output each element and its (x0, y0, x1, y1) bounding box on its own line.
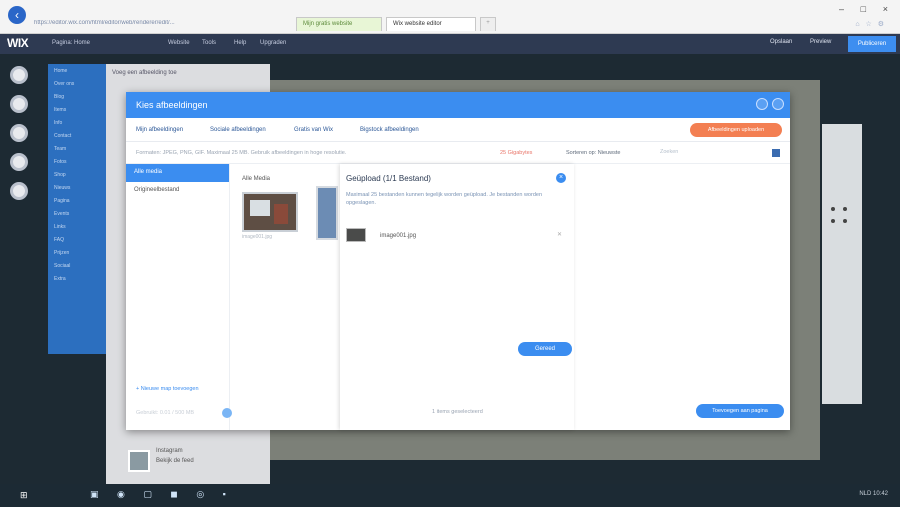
tab-my-images[interactable]: Mijn afbeeldingen (136, 127, 183, 133)
site-menu-panel: Home Over ons Blog Items Info Contact Te… (48, 64, 106, 354)
taskbar-app-icons[interactable]: ▣ ◉ ▢ ◼ ◎ ▪ (90, 489, 234, 500)
system-tray: NLD 10:42 (859, 491, 888, 497)
media-thumbnail[interactable] (316, 186, 338, 240)
tab-bigstock[interactable]: Bigstock afbeeldingen (360, 127, 419, 133)
upload-title: Geüpload (1/1 Bestand) (346, 174, 431, 183)
tab-mijn-website[interactable]: Mijn gratis website (296, 17, 382, 31)
nav-item[interactable]: Home (48, 64, 106, 77)
sort-dropdown[interactable]: Sorteren op: Nieuwste (566, 150, 620, 156)
upload-panel: Geüpload (1/1 Bestand) × Maximaal 25 bes… (340, 164, 574, 430)
menu-help[interactable]: Help (234, 40, 246, 46)
info-row: Formaten: JPEG, PNG, GIF. Maximaal 25 MB… (126, 142, 790, 164)
dialog-title: Kies afbeeldingen (136, 100, 208, 110)
media-title: Alle Media (242, 176, 271, 182)
nav-item[interactable]: Sociaal (48, 259, 106, 272)
new-tab-button[interactable]: + (480, 17, 496, 31)
save-button[interactable]: Opslaan (770, 39, 792, 45)
tool-dot-icon[interactable] (831, 207, 835, 211)
apps-icon[interactable] (10, 124, 28, 142)
add-to-page-button[interactable]: Toevoegen aan pagina (696, 404, 784, 418)
close-icon[interactable]: × (556, 173, 566, 183)
thumbnail-caption: image001.jpg (242, 234, 273, 240)
nav-item[interactable]: Items (48, 103, 106, 116)
taskbar: ⊞ ▣ ◉ ▢ ◼ ◎ ▪ NLD 10:42 (0, 484, 900, 507)
info-icon[interactable] (222, 408, 232, 418)
search-input[interactable]: Zoeken (660, 149, 678, 155)
nav-item[interactable]: Contact (48, 129, 106, 142)
file-name: image001.jpg (380, 233, 417, 239)
dialog-tabs: Mijn afbeeldingen Sociale afbeeldingen G… (126, 118, 790, 142)
instagram-card: Instagram Bekijk de feed (128, 444, 228, 484)
nav-item[interactable]: Info (48, 116, 106, 129)
menu-tools[interactable]: Tools (202, 40, 216, 46)
browser-chrome: ‹ https://editor.wix.com/html/editor/web… (0, 0, 900, 34)
grid-view-icon[interactable] (772, 149, 780, 157)
nav-item[interactable]: Extra (48, 272, 106, 285)
browser-toolbar-icons[interactable]: ⌂ ☆ ⚙ (855, 20, 886, 28)
add-folder-link[interactable]: + Nieuwe map toevoegen (136, 386, 199, 392)
nav-item[interactable]: Shop (48, 168, 106, 181)
nav-item[interactable]: Blog (48, 90, 106, 103)
close-icon[interactable]: × (883, 4, 888, 14)
minimize-icon[interactable]: – (839, 4, 844, 14)
nav-item[interactable]: Nieuws (48, 181, 106, 194)
tab-free-from-wix[interactable]: Gratis van Wix (294, 127, 333, 133)
folder-all-media[interactable]: Alle mediа (126, 164, 229, 182)
background-icon[interactable] (10, 95, 28, 113)
upload-images-button[interactable]: Afbeeldingen uploaden (690, 123, 782, 137)
tool-dot-icon[interactable] (842, 207, 847, 211)
tool-dot-icon[interactable] (831, 219, 835, 223)
storage-link[interactable]: 25 Gigabytes (500, 150, 532, 156)
menu-upgrade[interactable]: Upgraden (260, 40, 286, 46)
card-subtitle: Bekijk de feed (156, 458, 194, 464)
nav-item[interactable]: Over ons (48, 77, 106, 90)
wix-top-bar: WIX Pagina: Home Website Tools Help Upgr… (0, 34, 900, 54)
left-rail (10, 66, 34, 211)
right-toolbar (822, 124, 862, 404)
help-icon[interactable] (756, 98, 768, 110)
storage-usage: Gebruikt: 0.01 / 500 MB (136, 410, 195, 416)
tool-dot-icon[interactable] (842, 219, 847, 223)
address-bar[interactable]: https://editor.wix.com/html/editor/web/r… (34, 20, 284, 30)
choose-images-dialog: Kies afbeeldingen Mijn afbeeldingen Soci… (126, 92, 790, 430)
page-selector[interactable]: Pagina: Home (52, 40, 90, 46)
tab-wix-editor[interactable]: Wix website editor (386, 17, 476, 31)
done-button[interactable]: Gereed (518, 342, 572, 356)
maximize-icon[interactable]: □ (861, 4, 866, 14)
media-icon[interactable] (10, 153, 28, 171)
wix-logo: WIX (7, 36, 29, 50)
media-thumbnail[interactable] (242, 192, 298, 232)
folder-original[interactable]: Origineelbestand (126, 182, 229, 200)
nav-item[interactable]: Events (48, 207, 106, 220)
nav-item[interactable]: Prijzen (48, 246, 106, 259)
upload-note: Maximaal 25 bestanden kunnen tegelijk wo… (346, 192, 542, 206)
file-thumbnail (346, 228, 366, 242)
nav-item[interactable]: Fotos (48, 155, 106, 168)
start-icon[interactable]: ⊞ (20, 490, 28, 501)
format-info: Formaten: JPEG, PNG, GIF. Maximaal 25 MB… (136, 150, 347, 156)
nav-item[interactable]: Pagina (48, 194, 106, 207)
dialog-header: Kies afbeeldingen (126, 92, 790, 118)
nav-item[interactable]: Team (48, 142, 106, 155)
nav-item[interactable]: Links (48, 220, 106, 233)
avatar (128, 450, 150, 472)
nav-item[interactable]: FAQ (48, 233, 106, 246)
publish-button[interactable]: Publiceren (848, 36, 896, 52)
remove-icon[interactable]: ✕ (557, 231, 562, 238)
folder-list: Alle mediа Origineelbestand + Nieuwe map… (126, 164, 232, 430)
preview-button[interactable]: Preview (810, 39, 831, 45)
canvas-label: Voeg een afbeelding toe (112, 70, 177, 76)
tab-social-images[interactable]: Sociale afbeeldingen (210, 127, 266, 133)
blog-icon[interactable] (10, 182, 28, 200)
menu-website[interactable]: Website (168, 40, 190, 46)
close-icon[interactable] (772, 98, 784, 110)
selection-count: 1 items geselecteerd (432, 409, 483, 415)
add-icon[interactable] (10, 66, 28, 84)
back-icon[interactable]: ‹ (8, 6, 26, 24)
upload-file-row: image001.jpg ✕ (346, 224, 568, 246)
card-title: Instagram (156, 448, 183, 454)
